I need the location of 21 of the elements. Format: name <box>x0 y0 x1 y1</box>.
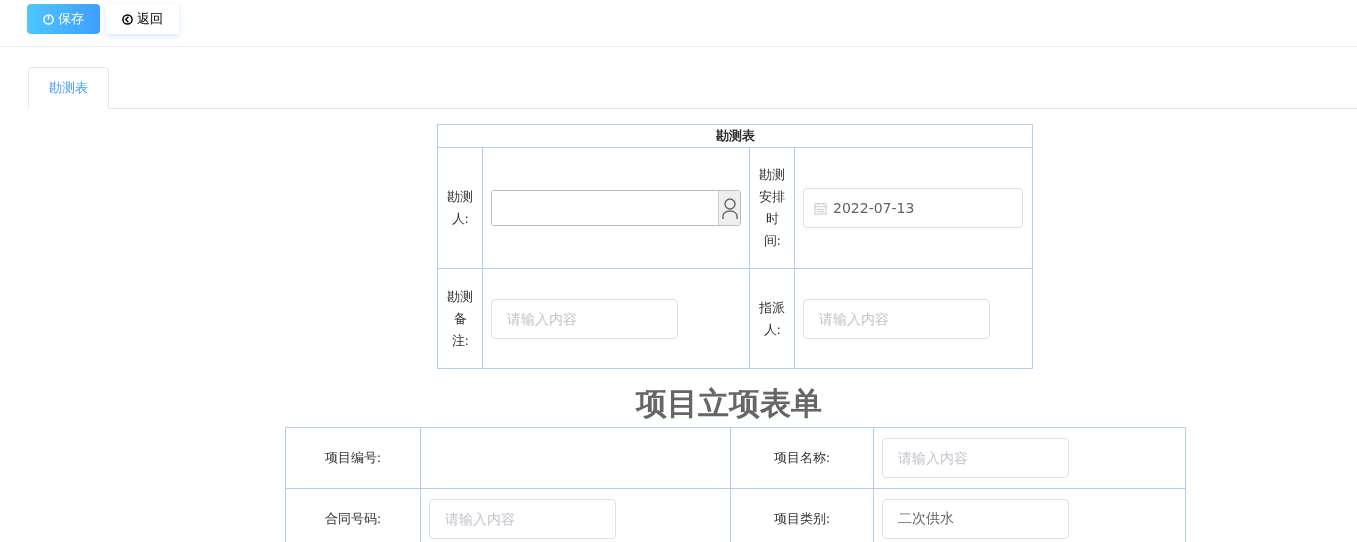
date-field[interactable]: 2022-07-13 <box>803 188 1023 228</box>
calendar-icon <box>814 201 827 215</box>
page-title: 项目立项表单 <box>634 384 823 423</box>
field-label: 项目编号: <box>285 427 421 489</box>
field-label: 指派人: <box>749 268 795 369</box>
input-field[interactable]: 请输入内容 <box>491 298 678 339</box>
back-icon <box>122 13 133 25</box>
input-field[interactable]: 请输入内容 <box>429 499 616 539</box>
input-field[interactable]: 请输入内容 <box>803 298 990 339</box>
field-label: 勘测人: <box>437 147 483 269</box>
field-label: 勘测安排时间: <box>749 147 795 269</box>
user-icon <box>721 196 738 220</box>
field-label: 合同号码: <box>285 488 421 542</box>
back-button[interactable]: 返回 <box>106 4 179 34</box>
input-field[interactable]: 二次供水 <box>882 499 1069 539</box>
field-label: 勘测备注: <box>437 268 483 369</box>
user-picker-button[interactable] <box>718 191 740 225</box>
form-title: 勘测表 <box>437 124 1033 148</box>
power-icon <box>43 13 54 25</box>
input-field[interactable]: 请输入内容 <box>882 438 1069 478</box>
field-label: 项目名称: <box>730 427 874 489</box>
